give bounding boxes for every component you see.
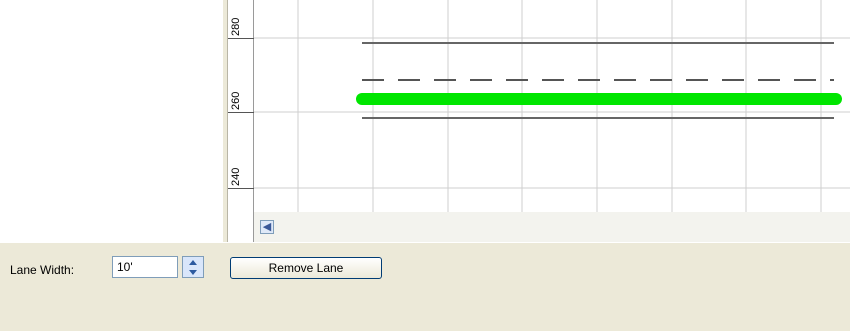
lane-width-label: Lane Width:: [10, 263, 75, 277]
ruler-tick-label: 260: [230, 91, 242, 110]
lane-controls-panel: Lane Width: Remove Lane: [0, 242, 850, 331]
ruler-tick: [228, 112, 254, 113]
lane-canvas[interactable]: [254, 0, 850, 212]
vertical-ruler: 280 260 240: [228, 0, 254, 242]
lane-drawing[interactable]: [254, 0, 850, 212]
lane-width-spinner[interactable]: [182, 256, 204, 278]
scroll-left-icon[interactable]: ◀: [260, 220, 274, 234]
spinner-down-icon[interactable]: [183, 267, 203, 277]
ruler-tick: [228, 38, 254, 39]
lane-width-input[interactable]: [112, 256, 178, 278]
left-pane: [0, 0, 222, 242]
spinner-up-icon[interactable]: [183, 257, 203, 267]
remove-lane-button[interactable]: Remove Lane: [230, 257, 382, 279]
horizontal-scrollbar[interactable]: ◀: [254, 212, 850, 242]
ruler-tick-label: 240: [230, 167, 242, 186]
grid: [254, 0, 850, 212]
ruler-tick: [228, 188, 254, 189]
ruler-tick-label: 280: [230, 17, 242, 36]
